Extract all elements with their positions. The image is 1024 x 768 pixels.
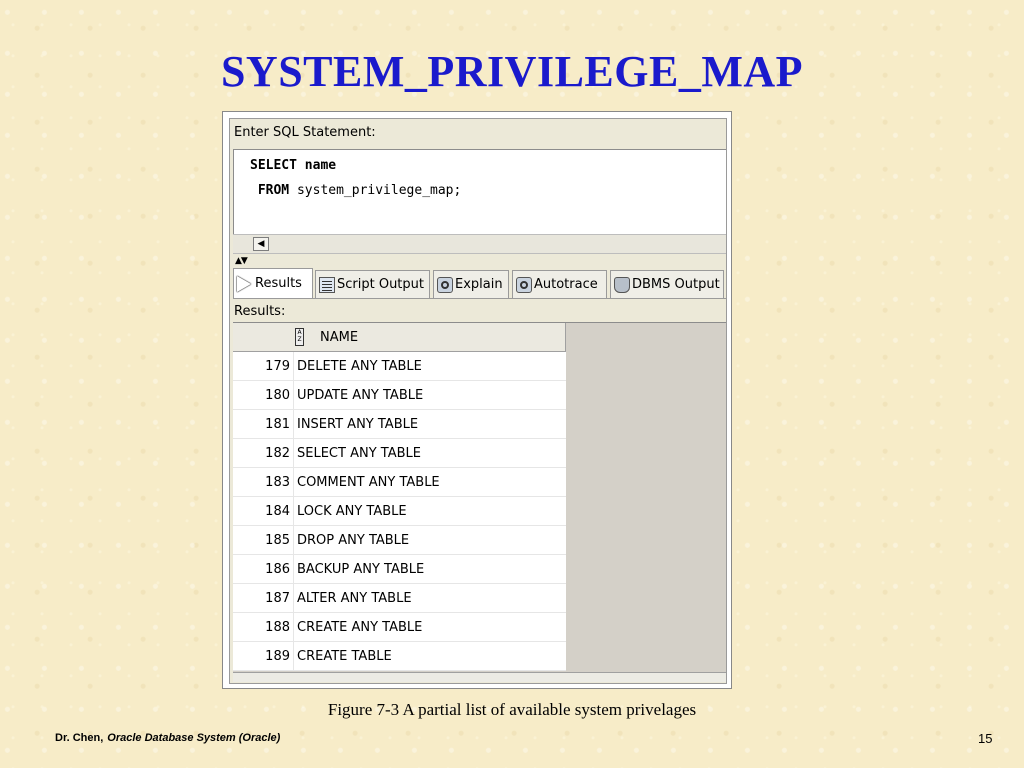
row-number: 184 (233, 496, 294, 526)
tab-results[interactable]: Results (233, 268, 313, 298)
results-bar: Results: (233, 298, 726, 322)
sql-statement-label: Enter SQL Statement: (234, 125, 376, 140)
screenshot-frame: Enter SQL Statement: SELECT name FROM sy… (222, 111, 732, 689)
slide-footer: Dr. Chen, Oracle Database System (Oracle) (55, 732, 280, 744)
page-number: 15 (978, 731, 993, 746)
column-header-name[interactable]: A Z NAME (233, 323, 566, 352)
tab-explain[interactable]: Explain (433, 270, 509, 298)
row-name-cell[interactable]: CREATE TABLE (293, 641, 566, 671)
slide-title: SYSTEM_PRIVILEGE_MAP (220, 47, 804, 96)
table-row[interactable]: 181 INSERT ANY TABLE (233, 409, 566, 439)
output-tabs: Results Script Output Explain Autotrace … (233, 268, 726, 298)
row-name-cell[interactable]: ALTER ANY TABLE (293, 583, 566, 613)
table-row[interactable]: 180 UPDATE ANY TABLE (233, 380, 566, 410)
table-row[interactable]: 187 ALTER ANY TABLE (233, 583, 566, 613)
play-icon (237, 275, 251, 292)
scroll-left-icon[interactable]: ◀ (253, 237, 269, 251)
sql-keyword-from: FROM (250, 183, 290, 198)
tab-script-output[interactable]: Script Output (315, 270, 430, 298)
tab-results-label: Results (255, 276, 302, 291)
row-name-cell[interactable]: UPDATE ANY TABLE (293, 380, 566, 410)
figure-caption: Figure 7-3 A partial list of available s… (327, 700, 697, 719)
sql-select-column: name (296, 158, 337, 173)
row-number: 180 (233, 380, 294, 410)
table-row[interactable]: 188 CREATE ANY TABLE (233, 612, 566, 642)
footer-author: Dr. Chen, (55, 732, 104, 744)
sql-keyword-select: SELECT (250, 158, 297, 173)
row-number: 186 (233, 554, 294, 584)
autotrace-icon (516, 276, 532, 293)
tab-autotrace-label: Autotrace (534, 277, 598, 292)
footer-course: Oracle Database System (Oracle) (107, 732, 281, 744)
results-grid-area: A Z NAME 179 DELETE ANY TABLE 180 UPDATE ANY… (233, 322, 726, 672)
row-number: 189 (233, 641, 294, 671)
sql-editor[interactable]: SELECT name FROM system_privilege_map; (233, 149, 726, 234)
row-number: 185 (233, 525, 294, 555)
table-row[interactable]: 186 BACKUP ANY TABLE (233, 554, 566, 584)
column-header-label: NAME (320, 329, 359, 345)
row-number: 187 (233, 583, 294, 613)
row-name-cell[interactable]: DELETE ANY TABLE (293, 351, 566, 381)
row-number: 182 (233, 438, 294, 468)
grid-header-row: A Z NAME (233, 323, 566, 352)
editor-horizontal-scrollbar[interactable]: ◀ (233, 234, 726, 254)
grid-horizontal-scrollbar[interactable] (233, 672, 726, 682)
sql-line-1: SELECT name (250, 158, 336, 173)
row-name-cell[interactable]: INSERT ANY TABLE (293, 409, 566, 439)
sql-line-2: FROM system_privilege_map; (250, 183, 462, 198)
row-name-cell[interactable]: BACKUP ANY TABLE (293, 554, 566, 584)
sql-table-name: system_privilege_map; (289, 183, 462, 198)
table-row[interactable]: 182 SELECT ANY TABLE (233, 438, 566, 468)
tab-autotrace[interactable]: Autotrace (512, 270, 607, 298)
splitter-arrows-icon[interactable]: ▲▼ (235, 256, 248, 266)
tab-explain-label: Explain (455, 277, 503, 292)
row-name-cell[interactable]: DROP ANY TABLE (293, 525, 566, 555)
row-number: 181 (233, 409, 294, 439)
results-label: Results: (234, 304, 286, 319)
sql-developer-window: Enter SQL Statement: SELECT name FROM sy… (229, 118, 727, 684)
script-icon (319, 276, 335, 293)
row-name-cell[interactable]: CREATE ANY TABLE (293, 612, 566, 642)
tab-dbms-output[interactable]: DBMS Output (610, 270, 724, 298)
results-grid: A Z NAME 179 DELETE ANY TABLE 180 UPDATE ANY… (233, 323, 566, 671)
table-row[interactable]: 189 CREATE TABLE (233, 641, 566, 671)
row-name-cell[interactable]: LOCK ANY TABLE (293, 496, 566, 526)
sort-az-icon[interactable]: AZ (295, 328, 304, 346)
row-number: 183 (233, 467, 294, 497)
row-number: 188 (233, 612, 294, 642)
table-row[interactable]: 183 COMMENT ANY TABLE (233, 467, 566, 497)
table-row[interactable]: 184 LOCK ANY TABLE (233, 496, 566, 526)
row-number: 179 (233, 351, 294, 381)
row-name-cell[interactable]: COMMENT ANY TABLE (293, 467, 566, 497)
dbms-icon (614, 276, 630, 293)
explain-icon (437, 276, 453, 293)
row-name-cell[interactable]: SELECT ANY TABLE (293, 438, 566, 468)
table-row[interactable]: 179 DELETE ANY TABLE (233, 351, 566, 381)
table-row[interactable]: 185 DROP ANY TABLE (233, 525, 566, 555)
tab-dbms-output-label: DBMS Output (632, 277, 720, 292)
tab-script-output-label: Script Output (337, 277, 424, 292)
